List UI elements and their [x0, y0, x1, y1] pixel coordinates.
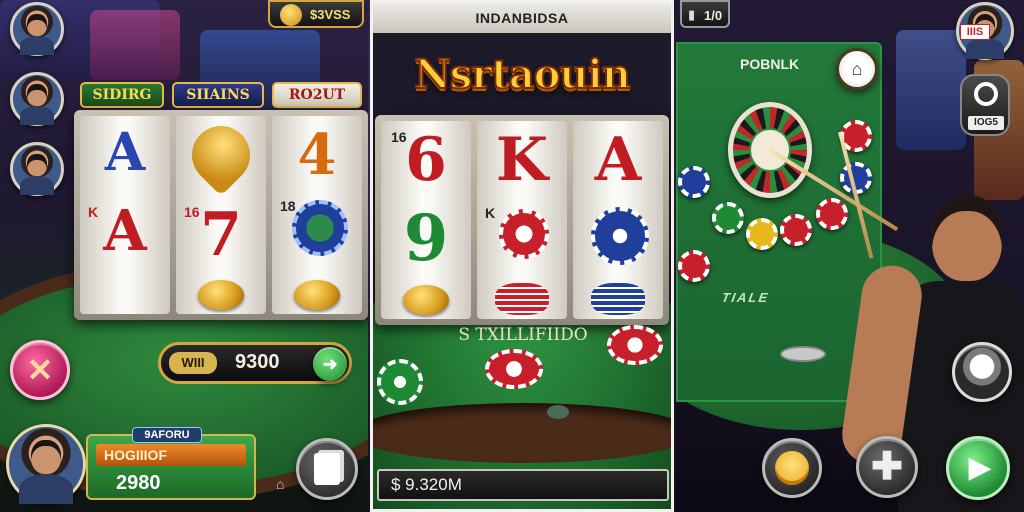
middle-title: INDANBIDSA: [373, 3, 671, 33]
player-card: HOGIIIOF 2980: [86, 434, 256, 500]
reel-symbol: 6: [405, 125, 447, 195]
card-button[interactable]: [296, 438, 358, 500]
green-chip: [712, 202, 744, 234]
player-avatar[interactable]: [10, 142, 64, 196]
reel[interactable]: K K: [477, 121, 567, 319]
table-text: S TXILLIFIIDO: [458, 325, 588, 345]
blue-chip-stack: [591, 283, 645, 315]
roulette-board: POBNLK ⌂: [676, 42, 882, 402]
background-arcade-machine: [90, 10, 180, 80]
background-arcade-machine: [896, 30, 966, 150]
x-icon: ✕: [26, 352, 54, 388]
blue-chip: [678, 166, 710, 198]
win-bar: WIII 9300 ➜: [158, 342, 352, 384]
win-label: WIII: [169, 352, 217, 374]
emoji-icon: [775, 451, 809, 485]
table-sign: TIALE: [719, 290, 773, 305]
reel-symbol: 9: [403, 201, 449, 276]
suit-corner: K: [88, 204, 99, 220]
slot-reels: 16 6 9 K K A: [375, 115, 669, 325]
close-bet-button[interactable]: ✕: [10, 340, 70, 400]
emoji-button[interactable]: [762, 438, 822, 498]
player-avatar[interactable]: [10, 72, 64, 126]
game-screen: SIDIRG SIIAINS RO2UT A A K 7 16 4 18 ✕ W…: [0, 0, 1024, 512]
reel[interactable]: 16 6 9: [381, 121, 471, 319]
tag-icon: [974, 82, 998, 106]
player-tag: 9AFORU: [132, 427, 202, 443]
top-coin-bar: $3VSS: [268, 0, 364, 28]
home-icon[interactable]: ⌂: [276, 476, 284, 492]
table-rail: [373, 403, 671, 463]
red-chip: [485, 349, 543, 389]
target-button[interactable]: ⌂: [836, 48, 878, 90]
gold-coin: [198, 280, 244, 310]
red-chip-stack: [495, 283, 549, 315]
spin-dial-button[interactable]: [952, 342, 1012, 402]
reel[interactable]: 4 18: [272, 116, 362, 314]
blue-chip: [591, 207, 649, 265]
bottom-balance: $ 9.320M: [377, 469, 669, 501]
reel-symbol: A: [104, 122, 146, 183]
reel-symbol: 4: [297, 122, 337, 188]
side-control-label: IOG5: [968, 116, 1004, 130]
reel-symbol: A: [594, 125, 642, 195]
yellow-chip: [746, 218, 778, 250]
play-button[interactable]: ▶: [946, 436, 1010, 500]
current-player-avatar[interactable]: [6, 424, 86, 504]
left-slot-panel: SIDIRG SIIAINS RO2UT A A K 7 16 4 18 ✕ W…: [0, 0, 368, 512]
table-button[interactable]: [547, 405, 569, 419]
play-icon: ▶: [968, 451, 992, 484]
coin-balance: $3VSS: [310, 7, 351, 22]
reel-symbol: K: [495, 125, 549, 195]
slot-reels: A A K 7 16 4 18: [74, 110, 368, 320]
red-chip: [499, 209, 549, 259]
plus-icon: ✚: [871, 446, 903, 488]
red-chip: [607, 325, 663, 365]
add-button[interactable]: ✚: [856, 436, 918, 498]
middle-slot-panel: INDANBIDSA Nsrtaouin 16 6 9 K K A S TXIL…: [370, 0, 674, 512]
ashtray: [780, 346, 826, 362]
player-avatar[interactable]: [10, 2, 64, 56]
player-value: 2980: [116, 472, 161, 494]
player-name: HOGIIIOF: [96, 444, 246, 466]
red-chip: [816, 198, 848, 230]
reel[interactable]: 7 16: [176, 113, 266, 314]
suit-corner: K: [485, 205, 496, 221]
win-value: 9300: [235, 351, 280, 373]
coin-icon: [280, 4, 302, 26]
red-chip: [678, 250, 710, 282]
side-control[interactable]: IOG5: [960, 74, 1010, 136]
blue-chip: [292, 200, 348, 256]
counter-value: 1/0: [704, 8, 723, 23]
reel[interactable]: A A K: [80, 116, 170, 314]
board-title: POBNLK: [740, 56, 800, 72]
game-logo: Nsrtaouin: [413, 50, 632, 99]
gold-coin: [294, 280, 340, 310]
gold-coin: [403, 285, 449, 315]
red-chip: [780, 214, 812, 246]
top-counter: ▮ 1/0: [680, 0, 730, 28]
reel-label: SIIAINS: [172, 82, 264, 108]
counter-icon: ▮: [688, 7, 696, 22]
avatar-badge: IIIS: [960, 24, 990, 40]
green-chip-stack: [377, 359, 423, 405]
check-icon: ➜: [322, 353, 338, 374]
reel-label: RO2UT: [272, 82, 362, 108]
suit-corner: 18: [280, 198, 296, 214]
card-icon: [314, 453, 340, 485]
reel[interactable]: A: [573, 121, 663, 319]
confirm-button[interactable]: ➜: [313, 347, 347, 381]
reel-label: SIDIRG: [80, 82, 164, 108]
suit-corner: 16: [184, 204, 200, 220]
heart-icon: [179, 113, 263, 197]
target-icon: ⌂: [851, 58, 863, 79]
